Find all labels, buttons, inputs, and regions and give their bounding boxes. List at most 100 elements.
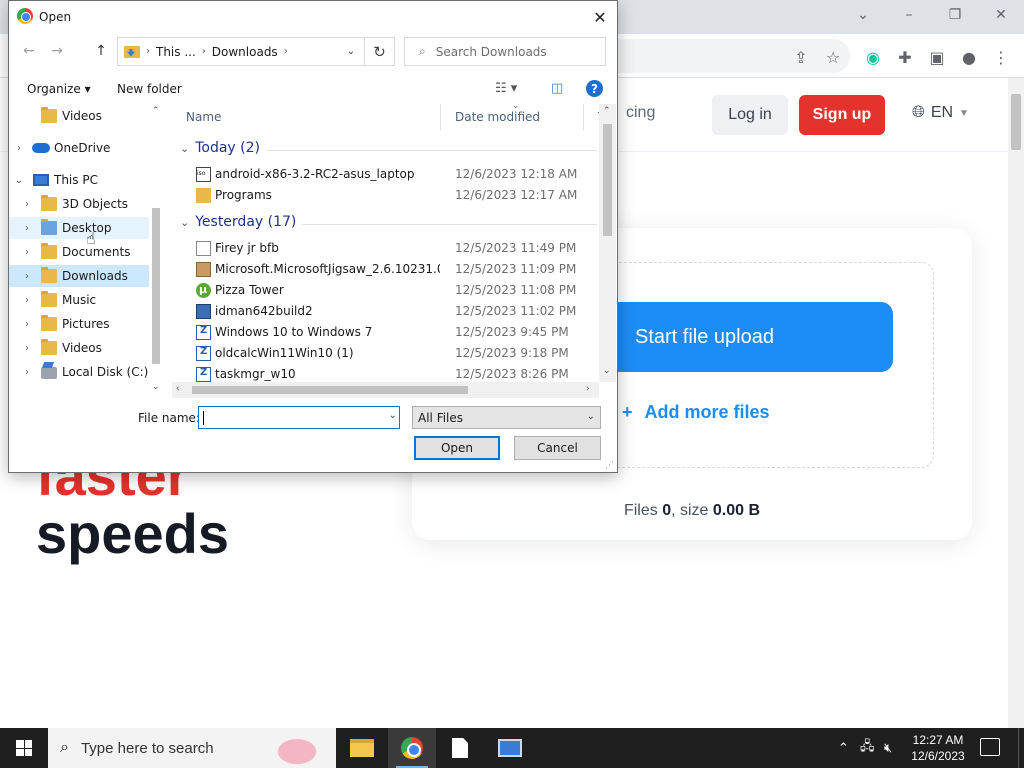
taskbar-notepad[interactable] xyxy=(436,728,484,768)
show-desktop-button[interactable] xyxy=(1018,728,1024,768)
close-window-icon[interactable]: ✕ xyxy=(978,4,1024,26)
start-upload-button[interactable]: Start file upload xyxy=(585,302,893,372)
taskbar-search-box[interactable]: ⌕ Type here to search xyxy=(48,728,336,768)
nav-item-pictures[interactable]: › Pictures xyxy=(9,313,149,335)
chevron-right-icon[interactable]: › xyxy=(22,271,32,282)
start-button[interactable] xyxy=(0,728,48,768)
share-icon[interactable]: ⇪ xyxy=(790,46,812,68)
taskbar-chrome[interactable] xyxy=(388,728,436,768)
file-list-vertical-scrollbar[interactable]: ⌃ ⌄ xyxy=(599,104,616,382)
file-row[interactable]: Windows 10 to Windows 7 12/5/2023 9:45 P… xyxy=(172,322,616,343)
file-type-select[interactable]: All Files ⌄ xyxy=(412,406,601,429)
group-header-today[interactable]: ⌄ Today (2) xyxy=(180,140,260,156)
side-panel-icon[interactable]: ▣ xyxy=(926,46,948,68)
organize-menu[interactable]: Organize ▾ xyxy=(27,82,91,96)
add-more-files-link[interactable]: + Add more files xyxy=(622,402,770,423)
notifications-icon[interactable] xyxy=(980,738,1000,756)
taskbar-clock[interactable]: 12:27 AM 12/6/2023 xyxy=(908,732,968,764)
restore-icon[interactable]: ❐ xyxy=(932,4,978,26)
chevron-down-icon[interactable]: ⌄ xyxy=(14,175,24,186)
scroll-down-icon[interactable]: ⌄ xyxy=(152,382,160,392)
breadcrumb-this-pc[interactable]: This ... xyxy=(156,45,196,59)
dialog-search-field[interactable]: ⌕ xyxy=(404,37,606,66)
file-row[interactable]: oldcalcWin11Win10 (1) 12/5/2023 9:18 PM … xyxy=(172,343,616,364)
login-button[interactable]: Log in xyxy=(712,95,788,135)
chevron-right-icon[interactable]: › xyxy=(22,199,32,210)
nav-item-downloads[interactable]: › Downloads xyxy=(9,265,149,287)
file-row[interactable]: idman642build2 12/5/2023 11:02 PM Ap xyxy=(172,301,616,322)
scroll-left-icon[interactable]: ‹ xyxy=(176,384,180,394)
file-name-field[interactable]: ⌄ xyxy=(198,406,400,429)
file-row[interactable]: Pizza Tower 12/5/2023 11:08 PM To xyxy=(172,280,616,301)
nav-item-videos-top[interactable]: Videos xyxy=(9,105,149,127)
address-bar[interactable] xyxy=(610,39,850,73)
page-scrollbar-thumb[interactable] xyxy=(1011,94,1021,150)
pricing-link[interactable]: cing xyxy=(626,104,655,122)
nav-item-local-disk[interactable]: › Local Disk (C:) xyxy=(9,361,149,383)
refresh-icon[interactable]: ↻ xyxy=(365,37,395,66)
back-arrow-icon[interactable]: ← xyxy=(19,41,39,61)
chevron-right-icon[interactable]: › xyxy=(22,247,32,258)
nav-item-documents[interactable]: › Documents xyxy=(9,241,149,263)
chevron-right-icon[interactable]: › xyxy=(22,295,32,306)
file-row[interactable]: android-x86-3.2-RC2-asus_laptop 12/6/202… xyxy=(172,164,616,185)
up-arrow-icon[interactable]: ↑ xyxy=(91,41,111,61)
nav-pane-scrollbar[interactable]: ⌃ ⌄ xyxy=(149,104,163,397)
chevron-right-icon[interactable]: › xyxy=(22,319,32,330)
nav-item-videos[interactable]: › Videos xyxy=(9,337,149,359)
chevron-right-icon[interactable]: › xyxy=(22,343,32,354)
nav-item-onedrive[interactable]: › OneDrive xyxy=(9,137,149,159)
cancel-button[interactable]: Cancel xyxy=(514,436,601,460)
nav-item-desktop[interactable]: › Desktop xyxy=(9,217,149,239)
file-row[interactable]: Programs 12/6/2023 12:17 AM Fi xyxy=(172,185,616,206)
breadcrumb-downloads[interactable]: Downloads xyxy=(212,45,278,59)
file-row[interactable]: Microsoft.MicrosoftJigsaw_2.6.10231.0_n.… xyxy=(172,259,616,280)
chevron-right-icon[interactable]: › xyxy=(22,223,32,234)
grammarly-icon[interactable]: ◉ xyxy=(862,46,884,68)
nav-item-music[interactable]: › Music xyxy=(9,289,149,311)
extensions-icon[interactable]: ✚ xyxy=(894,46,916,68)
taskbar-file-explorer[interactable] xyxy=(338,728,386,768)
dialog-title-bar[interactable]: Open ✕ xyxy=(9,1,617,33)
help-icon[interactable]: ? xyxy=(586,80,603,97)
file-list-scrollbar-thumb[interactable] xyxy=(603,124,612,236)
menu-icon[interactable]: ⋮ xyxy=(990,46,1012,68)
open-button[interactable]: Open xyxy=(414,436,500,460)
group-header-yesterday[interactable]: ⌄ Yesterday (17) xyxy=(180,214,296,230)
forward-arrow-icon[interactable]: → xyxy=(47,41,67,61)
network-icon[interactable]: 🖧︎ xyxy=(860,728,875,768)
signup-button[interactable]: Sign up xyxy=(799,95,885,135)
file-list-hscroll-thumb[interactable] xyxy=(192,386,468,394)
chevron-down-icon[interactable]: ⌄ xyxy=(389,410,397,421)
file-name-input[interactable] xyxy=(202,410,378,426)
new-folder-button[interactable]: New folder xyxy=(117,82,182,96)
minimize-icon[interactable]: – xyxy=(886,4,932,26)
nav-item-3d-objects[interactable]: › 3D Objects xyxy=(9,193,149,215)
dialog-address-bar[interactable]: › This ... › Downloads › ⌄ xyxy=(117,37,365,66)
taskbar-remote-desktop[interactable] xyxy=(486,728,534,768)
view-options-icon[interactable]: ☷ ▾ xyxy=(495,81,517,96)
nav-item-this-pc[interactable]: ⌄ This PC xyxy=(9,169,149,191)
dialog-search-input[interactable] xyxy=(435,44,596,59)
language-selector[interactable]: 🌐︎ EN ▼ xyxy=(912,104,969,122)
star-icon[interactable]: ☆ xyxy=(822,46,844,68)
column-header-date[interactable]: Date modified xyxy=(441,104,584,130)
scroll-up-icon[interactable]: ⌃ xyxy=(603,106,611,116)
chevron-right-icon[interactable]: › xyxy=(22,367,32,378)
preview-pane-icon[interactable]: ◫ xyxy=(551,81,563,96)
volume-muted-icon[interactable]: 🔇︎ xyxy=(884,728,892,768)
dialog-close-button[interactable]: ✕ xyxy=(583,3,617,31)
profile-icon[interactable]: ● xyxy=(958,46,980,68)
scroll-down-icon[interactable]: ⌄ xyxy=(603,366,611,376)
show-hidden-icons-icon[interactable]: ⌃ xyxy=(838,728,849,768)
scroll-up-icon[interactable]: ⌃ xyxy=(152,106,160,116)
search-highlight-axolotl-icon[interactable] xyxy=(264,730,330,766)
address-history-dropdown[interactable]: ⌄ xyxy=(338,38,364,65)
nav-pane-scrollbar-thumb[interactable] xyxy=(152,208,160,364)
file-list-horizontal-scrollbar[interactable]: ‹ › xyxy=(172,382,599,398)
tab-search-icon[interactable]: ⌄ xyxy=(840,4,886,26)
scroll-right-icon[interactable]: › xyxy=(586,384,590,394)
chevron-right-icon[interactable]: › xyxy=(14,143,24,154)
resize-grip-icon[interactable]: ⋰ xyxy=(605,461,614,471)
column-header-name[interactable]: Name xyxy=(172,104,441,130)
